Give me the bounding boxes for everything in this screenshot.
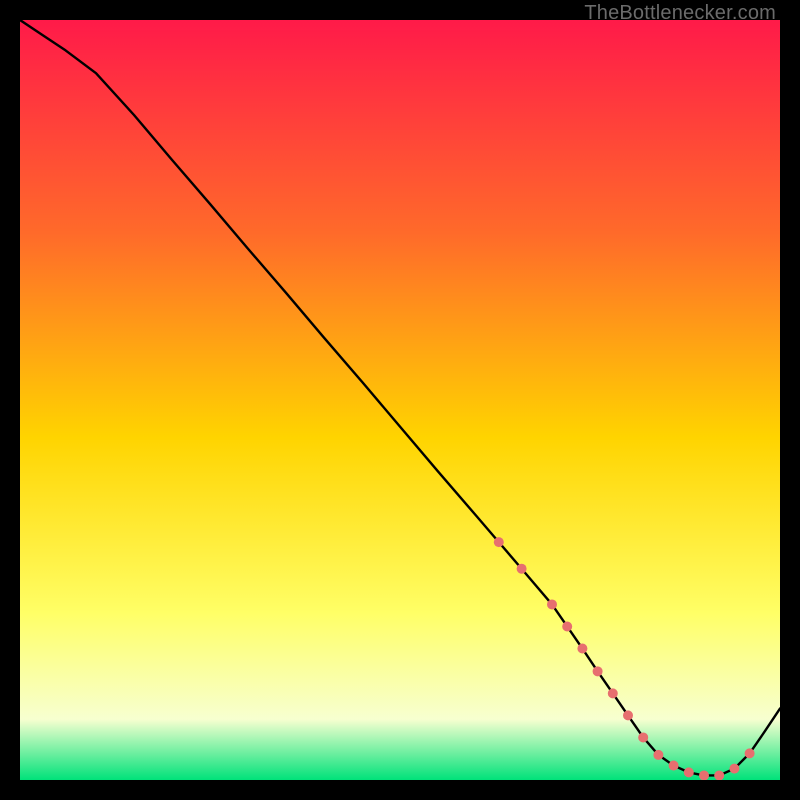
- marker-point: [684, 767, 694, 777]
- marker-point: [653, 750, 663, 760]
- chart-frame: [20, 20, 780, 780]
- marker-point: [745, 748, 755, 758]
- marker-point: [699, 770, 709, 780]
- marker-point: [714, 770, 724, 780]
- marker-point: [729, 764, 739, 774]
- marker-point: [494, 537, 504, 547]
- marker-point: [517, 564, 527, 574]
- marker-point: [547, 599, 557, 609]
- marker-point: [562, 621, 572, 631]
- marker-point: [593, 666, 603, 676]
- marker-point: [577, 644, 587, 654]
- bottleneck-chart: [20, 20, 780, 780]
- marker-point: [623, 710, 633, 720]
- marker-point: [638, 732, 648, 742]
- attribution-text: TheBottlenecker.com: [584, 2, 776, 25]
- gradient-background: [20, 20, 780, 780]
- marker-point: [669, 761, 679, 771]
- marker-point: [608, 688, 618, 698]
